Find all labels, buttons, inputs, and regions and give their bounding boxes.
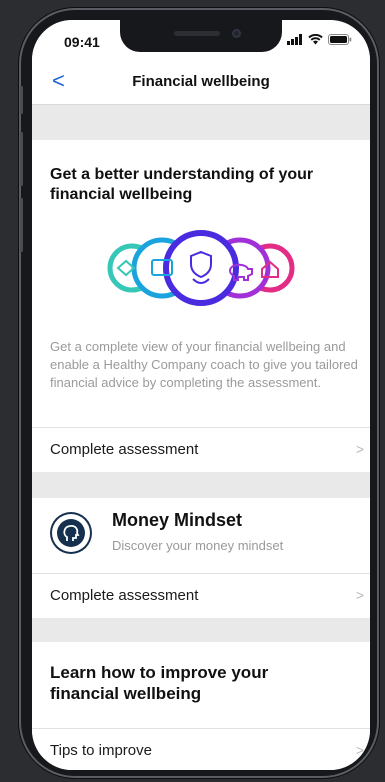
status-icons bbox=[287, 34, 352, 45]
chevron-right-icon: > bbox=[355, 742, 364, 758]
battery-icon bbox=[328, 34, 352, 45]
status-time: 09:41 bbox=[64, 34, 100, 50]
money-mindset-subtitle: Discover your money mindset bbox=[112, 538, 284, 553]
volume-down-button bbox=[20, 198, 23, 252]
improve-heading: Learn how to improve your financial well… bbox=[50, 663, 269, 703]
money-mindset-title: Money Mindset bbox=[112, 510, 243, 530]
pillar-circle-3 bbox=[163, 230, 239, 306]
money-mindset-assessment-row[interactable]: Complete assessment > bbox=[32, 573, 370, 618]
tips-to-improve-label: Tips to improve bbox=[50, 742, 152, 759]
complete-assessment-label: Complete assessment bbox=[50, 441, 199, 458]
mute-switch bbox=[20, 86, 23, 114]
complete-assessment-row[interactable]: Complete assessment > bbox=[32, 427, 370, 472]
volume-up-button bbox=[20, 132, 23, 186]
wifi-icon bbox=[308, 34, 323, 45]
money-mindset-assessment-label: Complete assessment bbox=[50, 587, 199, 604]
tips-to-improve-row[interactable]: Tips to improve > bbox=[32, 728, 370, 770]
notch bbox=[120, 20, 282, 52]
cellular-signal-icon bbox=[287, 34, 302, 45]
wellbeing-pillars-illustration bbox=[107, 230, 295, 306]
financial-wellbeing-card: Get a better understanding of your finan… bbox=[32, 140, 370, 472]
card-description: Get a complete view of your financial we… bbox=[50, 339, 358, 390]
improve-wellbeing-card: Learn how to improve your financial well… bbox=[32, 642, 370, 770]
camera bbox=[232, 29, 241, 38]
screen: 09:41 < Financial wellbeing Get a better… bbox=[32, 20, 370, 770]
speaker bbox=[174, 31, 220, 36]
chevron-right-icon: > bbox=[355, 587, 364, 603]
money-mindset-icon bbox=[50, 512, 92, 554]
page-title: Financial wellbeing bbox=[132, 73, 270, 90]
chevron-right-icon: > bbox=[355, 441, 364, 457]
card-heading: Get a better understanding of your finan… bbox=[50, 166, 314, 203]
money-mindset-card: Money Mindset Discover your money mindse… bbox=[32, 498, 370, 618]
navigation-bar: < Financial wellbeing bbox=[32, 60, 370, 105]
